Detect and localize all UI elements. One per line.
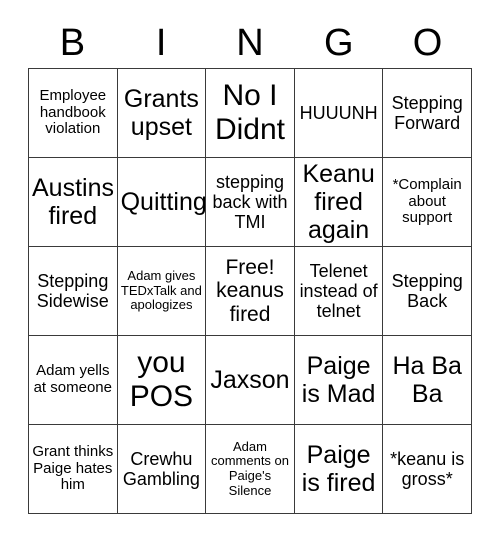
bingo-cell-r5c3[interactable]: Adam comments on Paige's Silence [206, 425, 295, 514]
bingo-cell-r3c2[interactable]: Adam gives TEDxTalk and apologizes [117, 247, 207, 336]
bingo-header-letter-4: G [324, 22, 354, 64]
bingo-header-letter-1: B [59, 22, 86, 64]
bingo-grid: Employee handbook violation Grants upset N… [28, 68, 472, 514]
bingo-header-letter-2: I [155, 22, 167, 64]
bingo-cell-label: Quitting [120, 188, 207, 216]
bingo-cell-r4c3[interactable]: Jaxson [206, 336, 295, 425]
bingo-cell-label: Ha Ba Ba [392, 352, 462, 408]
bingo-cell-label: you POS [129, 346, 194, 413]
bingo-cell-r5c5[interactable]: *keanu is gross* [383, 425, 472, 514]
bingo-header-letter-5: O [412, 22, 443, 64]
bingo-cell-label: Austins fired [32, 174, 114, 230]
bingo-cell-r1c4[interactable]: HUUUNH [294, 69, 384, 158]
bingo-cell-label: Paige is fired [301, 441, 376, 497]
bingo-cell-label: Free! keanus fired [216, 255, 284, 326]
bingo-cell-r2c3[interactable]: stepping back with TMI [206, 158, 295, 247]
bingo-cell-label: No I Didnt [214, 79, 286, 146]
bingo-cell-label: Employee handbook violation [39, 86, 107, 138]
bingo-cell-r3c3[interactable]: Free! keanus fired [206, 247, 295, 336]
bingo-cell-r1c2[interactable]: Grants upset [117, 69, 207, 158]
bingo-cell-label: Adam yells at someone [33, 362, 112, 396]
bingo-cell-r5c4[interactable]: Paige is fired [294, 425, 384, 514]
bingo-cell-r4c2[interactable]: you POS [117, 336, 207, 425]
bingo-header: BINGO [28, 18, 472, 68]
bingo-cell-label: Stepping Sidewise [36, 270, 109, 311]
bingo-cell-label: Jaxson [210, 366, 290, 394]
bingo-cell-r5c1[interactable]: Grant thinks Paige hates him [29, 425, 118, 514]
bingo-cell-r2c5[interactable]: *Complain about support [383, 158, 472, 247]
bingo-cell-r5c2[interactable]: Crewhu Gambling [117, 425, 207, 514]
bingo-cell-label: HUUUNH [299, 102, 378, 123]
bingo-cell-label: Adam gives TEDxTalk and apologizes [120, 268, 202, 313]
bingo-cell-r1c1[interactable]: Employee handbook violation [29, 69, 118, 158]
bingo-card: B I N G O Employee handbook violation Grants … [0, 0, 500, 544]
bingo-cell-r1c3[interactable]: No I Didnt [206, 69, 295, 158]
bingo-cell-label: Stepping Back [391, 270, 463, 311]
bingo-cell-label: *keanu is gross* [390, 448, 465, 489]
bingo-cell-label: Grant thinks Paige hates him [32, 442, 114, 494]
bingo-cell-label: Keanu fired again [302, 160, 375, 244]
bingo-cell-label: Paige is Mad [301, 352, 376, 408]
bingo-cell-label: stepping back with TMI [212, 171, 288, 233]
bingo-cell-r2c1[interactable]: Austins fired [29, 158, 118, 247]
bingo-cell-label: Crewhu Gambling [122, 448, 200, 489]
bingo-header-letter-3: N [236, 22, 264, 64]
bingo-cell-r2c2[interactable]: Quitting [117, 158, 207, 247]
bingo-cell-r1c5[interactable]: Stepping Forward [383, 69, 472, 158]
bingo-cell-r4c5[interactable]: Ha Ba Ba [383, 336, 472, 425]
bingo-cell-label: Grants upset [123, 85, 199, 141]
bingo-cell-label: Telenet instead of telnet [299, 260, 378, 322]
bingo-cell-r4c4[interactable]: Paige is Mad [294, 336, 384, 425]
bingo-cell-r3c4[interactable]: Telenet instead of telnet [294, 247, 384, 336]
bingo-cell-label: *Complain about support [392, 175, 462, 227]
bingo-cell-label: Stepping Forward [391, 92, 463, 133]
bingo-cell-r3c1[interactable]: Stepping Sidewise [29, 247, 118, 336]
bingo-cell-r3c5[interactable]: Stepping Back [383, 247, 472, 336]
bingo-cell-r2c4[interactable]: Keanu fired again [294, 158, 384, 247]
bingo-cell-r4c1[interactable]: Adam yells at someone [29, 336, 118, 425]
bingo-cell-label: Adam comments on Paige's Silence [210, 438, 290, 498]
